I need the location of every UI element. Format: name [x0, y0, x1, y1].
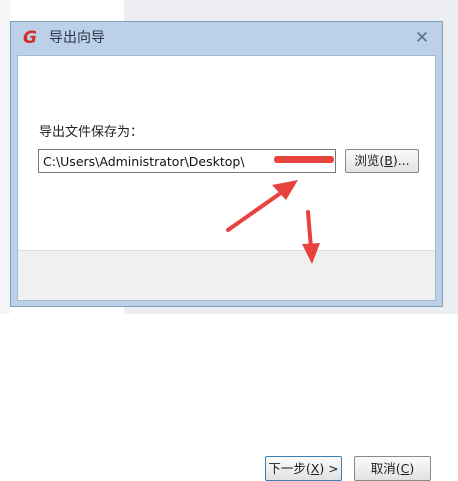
next-button-text: 下一步( [268, 461, 311, 476]
next-button[interactable]: 下一步(X) > [265, 456, 342, 481]
cancel-button[interactable]: 取消(C) [354, 456, 431, 481]
cancel-button-text: 取消( [370, 461, 401, 476]
cancel-button-suffix: ) [409, 461, 415, 476]
next-button-suffix: ) > [319, 461, 339, 476]
annotation-arrows [226, 180, 320, 264]
arrow-to-path-icon [226, 180, 298, 232]
arrow-to-next-icon [302, 210, 320, 264]
cancel-button-key: C [400, 461, 410, 476]
next-button-key: X [310, 461, 320, 476]
